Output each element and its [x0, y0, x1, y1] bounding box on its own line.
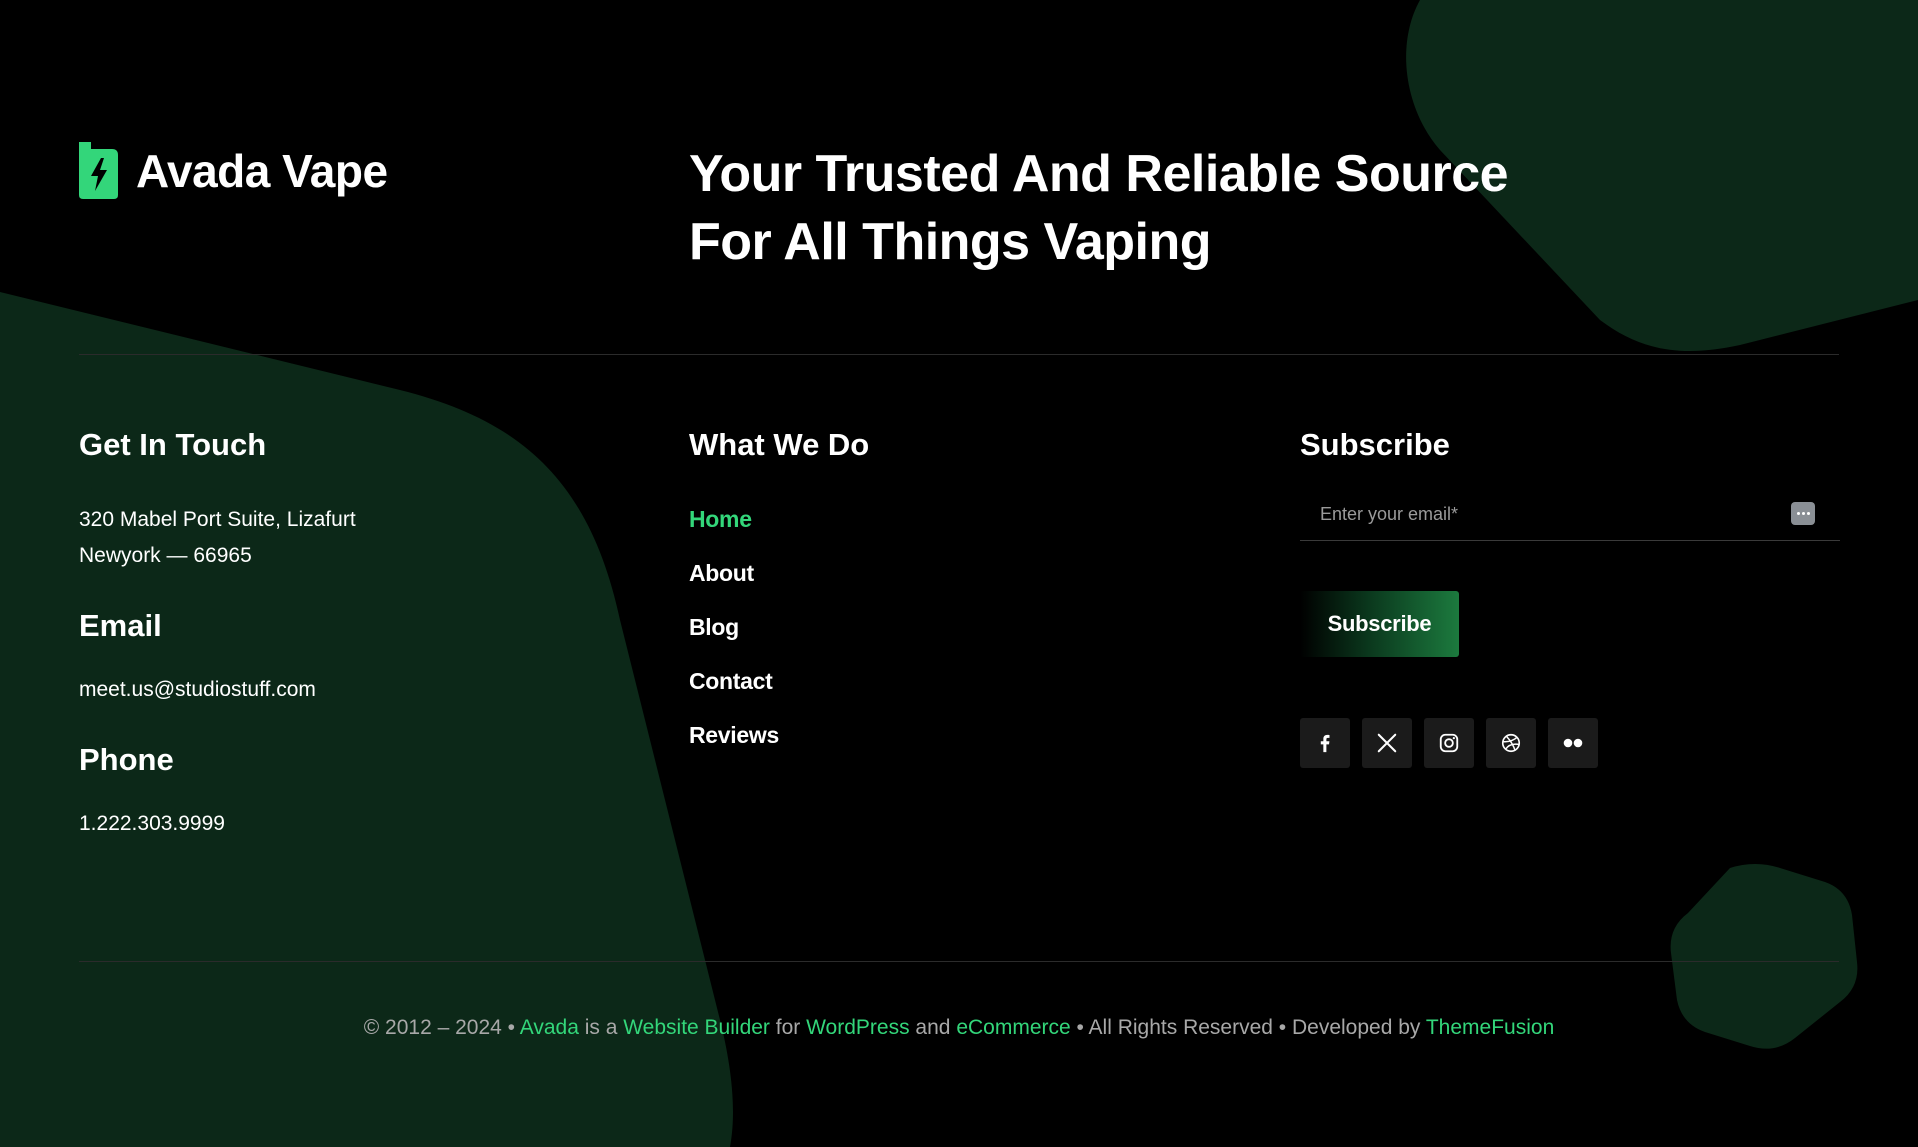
- footer-nav: Home About Blog Contact Reviews: [689, 500, 779, 770]
- subscribe-button[interactable]: Subscribe: [1300, 591, 1459, 657]
- copyright-text-and: and: [909, 1016, 957, 1039]
- instagram-icon: [1439, 733, 1459, 753]
- footer-page: Avada Vape Your Trusted And Reliable Sou…: [0, 0, 1918, 1147]
- wordpress-link[interactable]: WordPress: [806, 1016, 909, 1039]
- phone-number[interactable]: 1.222.303.9999: [79, 806, 225, 842]
- copyright-prefix: © 2012 – 2024 •: [363, 1016, 520, 1039]
- flickr-link[interactable]: [1548, 718, 1598, 768]
- what-we-do-heading: What We Do: [689, 427, 870, 462]
- address-line-2: Newyork — 66965: [79, 544, 252, 567]
- x-twitter-icon: [1377, 733, 1397, 753]
- flickr-icon: [1563, 738, 1583, 748]
- x-twitter-link[interactable]: [1362, 718, 1412, 768]
- avada-link[interactable]: Avada: [520, 1016, 579, 1039]
- address: 320 Mabel Port Suite, Lizafurt Newyork —…: [79, 502, 356, 574]
- footer-tagline: Your Trusted And Reliable Source For All…: [689, 145, 1509, 271]
- get-in-touch-heading: Get In Touch: [79, 427, 267, 462]
- password-manager-icon[interactable]: [1791, 502, 1815, 525]
- copyright-text-rights: • All Rights Reserved • Developed by: [1070, 1016, 1426, 1039]
- address-line-1: 320 Mabel Port Suite, Lizafurt: [79, 508, 356, 531]
- facebook-link[interactable]: [1300, 718, 1350, 768]
- copyright-notice: © 2012 – 2024 • Avada is a Website Build…: [0, 1010, 1918, 1046]
- bottom-divider: [79, 961, 1839, 962]
- brand-name: Avada Vape: [136, 144, 388, 197]
- nav-link-reviews[interactable]: Reviews: [689, 716, 779, 770]
- copyright-text-for: for: [769, 1016, 807, 1039]
- top-divider: [79, 354, 1839, 355]
- dribbble-link[interactable]: [1486, 718, 1536, 768]
- phone-heading: Phone: [79, 742, 174, 777]
- subscribe-email-field: [1300, 488, 1840, 541]
- subscribe-heading: Subscribe: [1300, 427, 1450, 462]
- themefusion-link[interactable]: ThemeFusion: [1426, 1016, 1554, 1039]
- email-heading: Email: [79, 608, 162, 643]
- email-address[interactable]: meet.us@studiostuff.com: [79, 672, 316, 708]
- footer-content: Avada Vape Your Trusted And Reliable Sou…: [0, 0, 1918, 1147]
- social-links: [1300, 718, 1598, 768]
- brand-logo[interactable]: Avada Vape: [79, 142, 388, 199]
- website-builder-link[interactable]: Website Builder: [623, 1016, 770, 1039]
- battery-bolt-icon: [79, 142, 118, 199]
- copyright-text-is-a: is a: [578, 1016, 624, 1039]
- nav-link-blog[interactable]: Blog: [689, 608, 779, 662]
- ecommerce-link[interactable]: eCommerce: [956, 1016, 1070, 1039]
- nav-link-contact[interactable]: Contact: [689, 662, 779, 716]
- nav-link-home[interactable]: Home: [689, 500, 779, 554]
- dribbble-icon: [1501, 733, 1521, 753]
- facebook-icon: [1320, 734, 1330, 753]
- subscribe-email-input[interactable]: [1300, 488, 1780, 540]
- nav-link-about[interactable]: About: [689, 554, 779, 608]
- instagram-link[interactable]: [1424, 718, 1474, 768]
